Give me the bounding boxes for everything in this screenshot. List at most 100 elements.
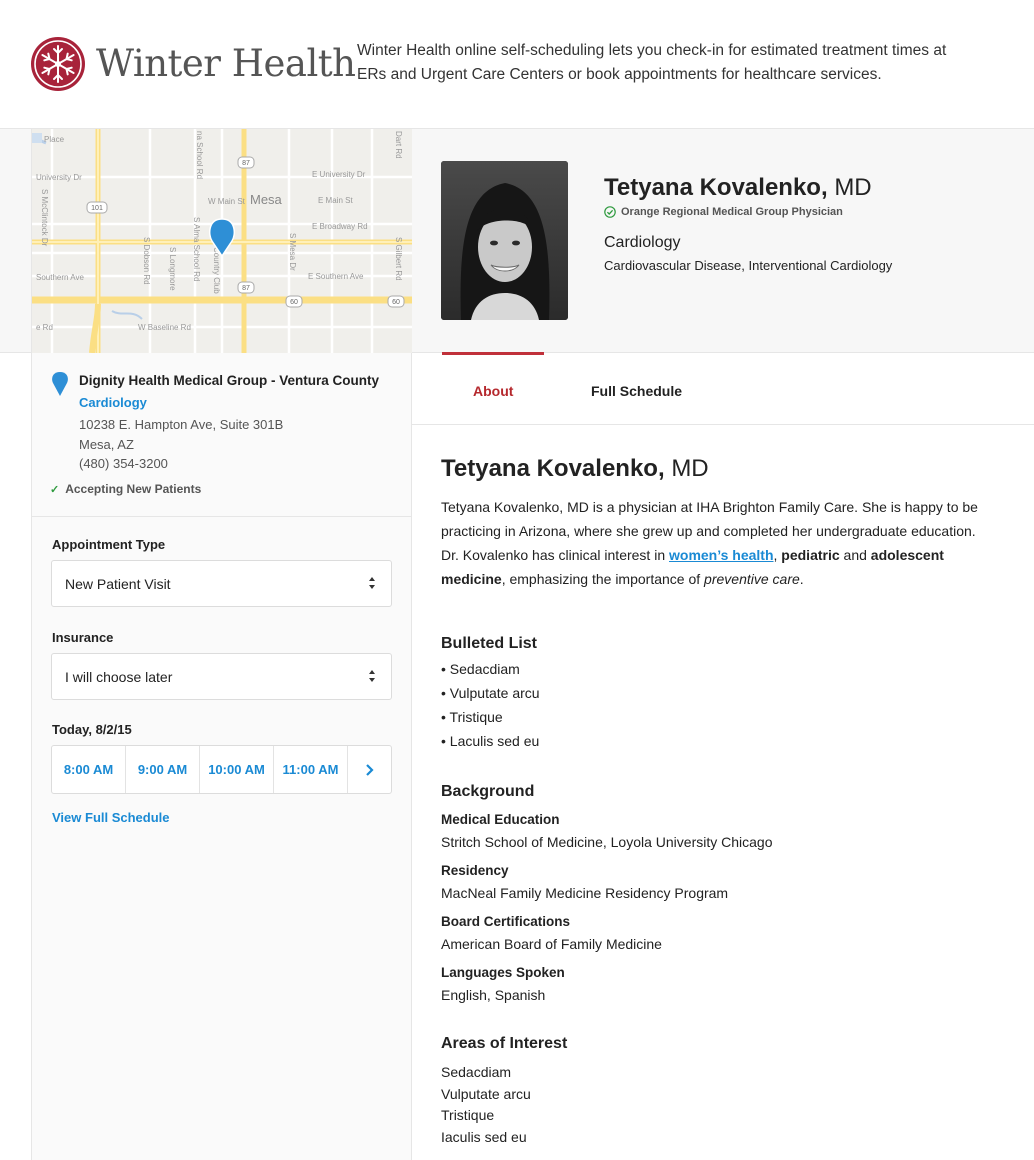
list-item: Tristique (441, 1107, 495, 1123)
areas-of-interest-heading: Areas of Interest (441, 1035, 568, 1052)
map-label-e-southern: E Southern Ave (308, 272, 364, 281)
bio-italic-preventive: preventive care (704, 571, 800, 587)
list-item: • Sedacdiam (441, 661, 520, 677)
background-label: Languages Spoken (441, 965, 565, 980)
bio-text: and (839, 547, 871, 563)
location-name: Dignity Health Medical Group - Ventura C… (79, 373, 380, 388)
view-full-schedule-link[interactable]: View Full Schedule (52, 810, 170, 825)
list-item: Sedacdiam (441, 1064, 512, 1080)
map-label-w-main: W Main St (208, 197, 246, 206)
map-shield-101: 101 (91, 205, 103, 212)
snowflake-logo-icon (31, 37, 85, 91)
background-label: Board Certifications (441, 914, 571, 929)
bulleted-list: • Sedacdiam • Vulputate arcu • Tristique… (441, 657, 981, 753)
next-times-button[interactable] (348, 746, 391, 793)
check-icon: ✓ (50, 483, 60, 496)
time-slot[interactable]: 10:00 AM (200, 746, 274, 793)
map-label-mesa-dr: S Mesa Dr (288, 233, 297, 271)
map-label-alma: S Alma School Rd (192, 217, 201, 281)
about-heading: Tetyana Kovalenko, MD (441, 455, 981, 483)
about-section: Tetyana Kovalenko, MD Tetyana Kovalenko,… (441, 455, 981, 1148)
background-label: Residency (441, 863, 509, 878)
map-label-e-university: E University Dr (312, 170, 366, 179)
select-arrows-icon (369, 577, 375, 589)
accepting-text: Accepting New Patients (65, 482, 202, 496)
verified-check-icon (604, 206, 616, 218)
background-value: Stritch School of Medicine, Loyola Unive… (441, 834, 773, 850)
location-phone: (480) 354-3200 (79, 456, 168, 471)
time-slot[interactable]: 8:00 AM (52, 746, 126, 793)
map-shield-87a: 87 (242, 160, 250, 167)
list-item: Iaculis sed eu (441, 1128, 527, 1145)
location-map[interactable]: Place University Dr E University Dr W Ma… (32, 129, 412, 353)
map-label-alma-top: na School Rd (195, 131, 204, 179)
physician-group: Orange Regional Medical Group Physician (604, 206, 843, 218)
biography: Tetyana Kovalenko, MD is a physician at … (441, 495, 981, 591)
map-shield-60b: 60 (392, 299, 400, 306)
map-shield-60a: 60 (290, 299, 298, 306)
about-name: Tetyana Kovalenko, (441, 455, 665, 482)
map-label-dobson: S Dobson Rd (142, 237, 151, 285)
bio-text: . (799, 571, 804, 587)
left-sidebar: Place University Dr E University Dr W Ma… (31, 129, 412, 1160)
location-address-line1: 10238 E. Hampton Ave, Suite 301B (79, 417, 284, 432)
map-label-place: Place (44, 135, 65, 144)
appointment-type-select[interactable]: New Patient Visit (51, 560, 392, 607)
location-card: Dignity Health Medical Group - Ventura C… (32, 353, 412, 517)
bulleted-list-heading: Bulleted List (441, 635, 538, 652)
bio-text: , emphasizing the importance of (501, 571, 705, 587)
background-value: English, Spanish (441, 987, 546, 1003)
background-label: Medical Education (441, 812, 560, 827)
background-list: Medical Education Stritch School of Medi… (441, 809, 981, 1006)
map-label-mcclintock: S McClintock Dr (40, 189, 49, 247)
map-shield-87b: 87 (242, 285, 250, 292)
insurance-value: I will choose later (65, 668, 173, 685)
time-slot[interactable]: 9:00 AM (126, 746, 200, 793)
background-heading: Background (441, 783, 535, 800)
time-slots: 8:00 AM 9:00 AM 10:00 AM 11:00 AM (51, 745, 392, 794)
doctor-credential: MD (834, 174, 872, 201)
header-tagline: Winter Health online self-scheduling let… (357, 42, 947, 83)
select-arrows-icon (369, 670, 375, 682)
active-tab-indicator (442, 352, 544, 355)
map-label-dart: Dart Rd (394, 131, 403, 159)
map-label-e-main: E Main St (318, 196, 353, 205)
background-value: MacNeal Family Medicine Residency Progra… (441, 885, 729, 901)
chevron-right-icon (365, 763, 374, 776)
tab-about[interactable]: About (473, 383, 513, 399)
map-label-baseline: e Rd (36, 323, 53, 332)
physician-group-text: Orange Regional Medical Group Physician (621, 206, 843, 218)
time-slot[interactable]: 11:00 AM (274, 746, 348, 793)
logo[interactable]: Winter Health (30, 36, 356, 92)
map-label-gilbert: S Gilbert Rd (394, 237, 403, 281)
background-value: American Board of Family Medicine (441, 936, 662, 952)
accepting-badge: ✓ Accepting New Patients (50, 482, 201, 496)
bio-bold-pediatric: pediatric (781, 547, 840, 563)
tab-full-schedule[interactable]: Full Schedule (591, 383, 682, 399)
appointment-type-label: Appointment Type (52, 537, 166, 552)
areas-of-interest-list: Sedacdiam Vulputate arcu Tristique Iacul… (441, 1062, 981, 1148)
map-label-mesa: Mesa (250, 192, 283, 207)
map-label-country-club: Country Club (212, 247, 221, 294)
womens-health-link[interactable]: women’s health (669, 547, 774, 563)
site-header: Winter Health Winter Health online self-… (0, 0, 1034, 129)
location-pin-icon (52, 372, 68, 396)
map-label-e-broadway: E Broadway Rd (312, 222, 368, 231)
brand-name: Winter Health (96, 42, 356, 85)
doctor-specialty: Cardiology (604, 234, 681, 251)
insurance-select[interactable]: I will choose later (51, 653, 392, 700)
list-item: Vulputate arcu (441, 1085, 531, 1102)
doctor-photo (441, 161, 568, 320)
map-label-southern: Southern Ave (36, 273, 84, 282)
list-item: • Vulputate arcu (441, 685, 540, 701)
appointment-type-value: New Patient Visit (65, 575, 171, 592)
about-credential: MD (671, 455, 709, 482)
list-item: • Tristique (441, 709, 503, 725)
doctor-name-heading: Tetyana Kovalenko, MD (604, 174, 872, 202)
map-label-w-baseline: W Baseline Rd (138, 323, 191, 332)
insurance-label: Insurance (52, 630, 114, 645)
list-item: • Laculis sed eu (441, 733, 540, 749)
location-specialty-link[interactable]: Cardiology (79, 395, 147, 410)
date-label: Today, 8/2/15 (52, 722, 132, 737)
map-label-longmore: S Longmore (168, 247, 177, 291)
